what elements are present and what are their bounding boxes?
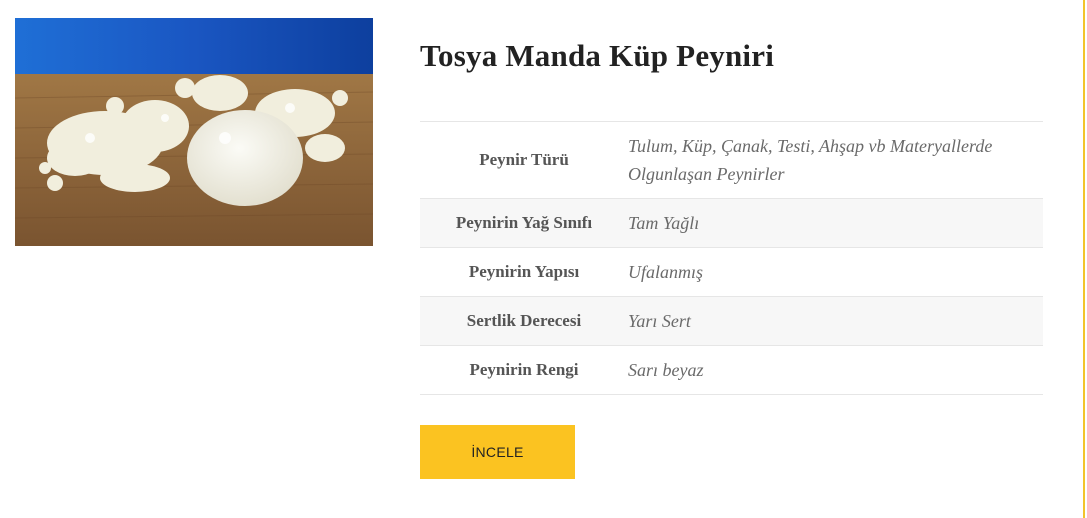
spec-row-rengi: Peynirin Rengi Sarı beyaz [420,345,1043,395]
incele-button[interactable]: İNCELE [420,425,575,479]
spec-row-yapisi: Peynirin Yapısı Ufalanmış [420,247,1043,297]
product-title: Tosya Manda Küp Peyniri [420,38,775,73]
spec-table: Peynir Türü Tulum, Küp, Çanak, Testi, Ah… [420,121,1043,395]
spec-row-sertlik: Sertlik Derecesi Yarı Sert [420,296,1043,346]
spec-row-yag-sinifi: Peynirin Yağ Sınıfı Tam Yağlı [420,198,1043,248]
spec-label: Peynir Türü [420,121,628,199]
spec-label: Peynirin Yağ Sınıfı [420,198,628,248]
spec-row-peynir-turu: Peynir Türü Tulum, Küp, Çanak, Testi, Ah… [420,121,1043,199]
spec-label: Sertlik Derecesi [420,296,628,346]
page-right-border [1083,0,1085,518]
spec-value: Tam Yağlı [628,198,1043,248]
spec-label: Peynirin Rengi [420,345,628,395]
product-image[interactable] [15,18,373,246]
spec-value: Ufalanmış [628,247,1043,297]
spec-value: Tulum, Küp, Çanak, Testi, Ahşap vb Mater… [628,121,1043,199]
spec-label: Peynirin Yapısı [420,247,628,297]
spec-value: Yarı Sert [628,296,1043,346]
spec-value: Sarı beyaz [628,345,1043,395]
